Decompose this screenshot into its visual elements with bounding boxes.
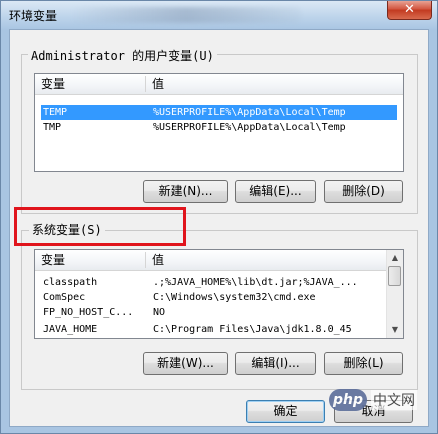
environment-variables-window: 环境变量 ✕ Administrator 的用户变量(U) 变量 值 TEMP … <box>0 0 438 434</box>
vertical-scrollbar[interactable]: ▲ ▼ <box>386 250 403 338</box>
list-item[interactable]: JAVA_HOME C:\Program Files\Java\jdk1.8.0… <box>41 322 381 337</box>
variable-value: %USERPROFILE%\AppData\Local\Temp <box>153 107 346 118</box>
variable-value: %USERPROFILE%\AppData\Local\Temp <box>153 122 346 133</box>
title-bar-blur <box>71 7 301 23</box>
user-variables-label: Administrator 的用户变量(U) <box>28 47 217 64</box>
system-delete-button[interactable]: 删除(L) <box>324 352 403 375</box>
column-header-value[interactable]: 值 <box>146 250 386 270</box>
user-variables-list-header: 变量 值 <box>35 74 403 95</box>
user-new-button[interactable]: 新建(N)... <box>143 180 228 203</box>
system-new-button[interactable]: 新建(W)... <box>143 352 228 375</box>
list-item[interactable]: classpath .;%JAVA_HOME%\lib\dt.jar;%JAVA… <box>41 275 381 290</box>
list-item[interactable]: TMP %USERPROFILE%\AppData\Local\Temp <box>41 120 397 135</box>
window-title: 环境变量 <box>9 9 58 23</box>
close-button[interactable]: ✕ <box>387 1 432 20</box>
variable-value: .;%JAVA_HOME%\lib\dt.jar;%JAVA_... <box>153 277 358 288</box>
ok-button[interactable]: 确定 <box>246 400 325 423</box>
php-watermark: php 中文网 <box>329 389 417 411</box>
variable-name: ComSpec <box>43 292 86 303</box>
scroll-down-arrow-icon[interactable]: ▼ <box>387 322 403 338</box>
title-bar[interactable]: 环境变量 ✕ <box>1 1 437 29</box>
close-icon: ✕ <box>404 2 415 17</box>
list-item[interactable]: ComSpec C:\Windows\system32\cmd.exe <box>41 290 381 305</box>
highlight-annotation-box <box>14 207 186 246</box>
system-variables-list-header: 变量 值 <box>35 250 403 271</box>
variable-value: C:\Windows\system32\cmd.exe <box>153 292 316 303</box>
variable-name: JAVA_HOME <box>43 324 98 335</box>
scroll-up-arrow-icon[interactable]: ▲ <box>387 250 403 266</box>
column-header-value[interactable]: 值 <box>146 74 403 94</box>
system-variables-list[interactable]: 变量 值 classpath .;%JAVA_HOME%\lib\dt.jar;… <box>34 249 404 339</box>
column-header-variable[interactable]: 变量 <box>35 250 145 270</box>
watermark-text: 中文网 <box>371 390 417 410</box>
variable-name: TEMP <box>43 107 68 118</box>
system-edit-button[interactable]: 编辑(I)... <box>235 352 316 375</box>
variable-value: NO <box>153 307 166 318</box>
list-item[interactable]: FP_NO_HOST_C... NO <box>41 305 381 320</box>
list-item[interactable]: TEMP %USERPROFILE%\AppData\Local\Temp <box>41 105 397 120</box>
scrollbar-thumb[interactable] <box>388 266 401 286</box>
user-variables-list[interactable]: 变量 值 TEMP %USERPROFILE%\AppData\Local\Te… <box>34 73 404 172</box>
user-edit-button[interactable]: 编辑(E)... <box>235 180 316 203</box>
variable-value: C:\Program Files\Java\jdk1.8.0_45 <box>153 324 352 335</box>
column-header-variable[interactable]: 变量 <box>35 74 145 94</box>
variable-name: classpath <box>43 277 98 288</box>
variable-name: TMP <box>43 122 62 133</box>
variable-name: FP_NO_HOST_C... <box>43 307 134 318</box>
user-delete-button[interactable]: 删除(D) <box>324 180 403 203</box>
php-logo-icon: php <box>329 389 367 411</box>
